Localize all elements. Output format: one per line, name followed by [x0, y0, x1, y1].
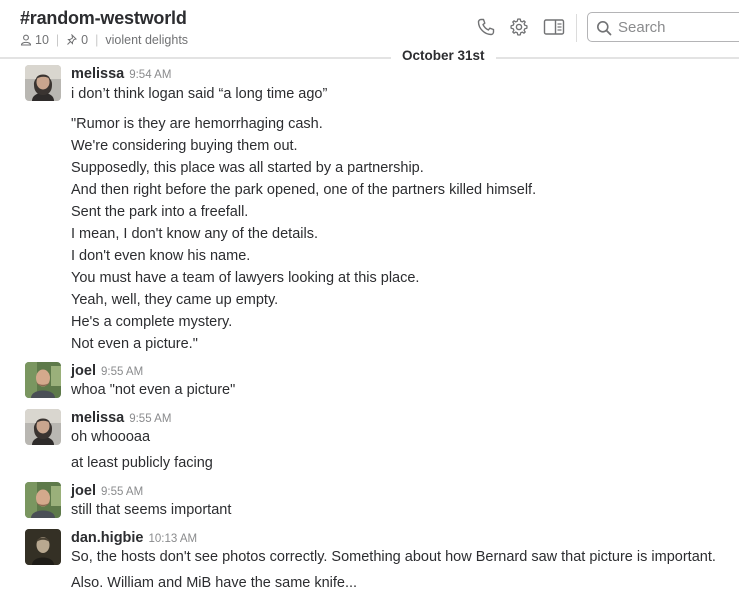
message-text: Sent the park into a freefall. — [71, 204, 249, 220]
message-timestamp[interactable]: 9:54 AM — [129, 69, 171, 81]
message-header: melissa 9:55 AM — [71, 409, 171, 427]
message-text: He's a complete mystery. — [71, 314, 233, 330]
date-divider: October 31st — [0, 48, 739, 66]
toggle-details-button[interactable] — [543, 18, 565, 40]
avatar-dan-higbie[interactable] — [25, 529, 61, 565]
channel-name[interactable]: #random-westworld — [20, 8, 187, 29]
message-text: at least publicly facing — [71, 455, 213, 471]
message-header: joel 9:55 AM — [71, 362, 143, 380]
message-text: i don’t think logan said “a long time ag… — [71, 86, 328, 102]
message-timestamp[interactable]: 9:55 AM — [129, 413, 171, 425]
message-text: You must have a team of lawyers looking … — [71, 270, 420, 286]
phone-icon — [476, 17, 496, 42]
search-icon — [596, 20, 612, 41]
header-divider — [576, 14, 577, 42]
message-text: oh whoooaa — [71, 429, 151, 445]
message-header: joel 9:55 AM — [71, 482, 143, 500]
message-text: I mean, I don't know any of the details. — [71, 226, 318, 242]
message-text: still that seems important — [71, 502, 232, 518]
message-text: And then right before the park opened, o… — [71, 182, 537, 198]
author-name[interactable]: dan.higbie — [71, 530, 144, 546]
meta-divider: | — [95, 33, 99, 47]
message-text: We're considering buying them out. — [71, 138, 298, 154]
author-name[interactable]: melissa — [71, 66, 124, 82]
message-text: So, the hosts don't see photos correctly… — [71, 549, 716, 565]
member-icon — [20, 34, 32, 46]
author-name[interactable]: joel — [71, 363, 96, 379]
sidebar-panel-icon — [543, 17, 565, 42]
search-box[interactable] — [587, 12, 739, 42]
message-text: whoa "not even a picture" — [71, 382, 236, 398]
member-count-value: 10 — [35, 33, 49, 47]
pin-icon — [66, 34, 78, 46]
message-timestamp[interactable]: 10:13 AM — [149, 533, 198, 545]
message-timestamp[interactable]: 9:55 AM — [101, 366, 143, 378]
avatar-melissa[interactable] — [25, 65, 61, 101]
message-header: dan.higbie 10:13 AM — [71, 529, 197, 547]
gear-icon — [509, 17, 529, 42]
message-text: I don't even know his name. — [71, 248, 251, 264]
message-text: Supposedly, this place was all started b… — [71, 160, 424, 176]
date-divider-line — [0, 57, 739, 58]
message-header: melissa 9:54 AM — [71, 65, 171, 83]
avatar-joel[interactable] — [25, 482, 61, 518]
message-text: Yeah, well, they came up empty. — [71, 292, 279, 308]
search-input[interactable] — [618, 18, 738, 36]
message-text: Not even a picture." — [71, 336, 198, 352]
message-timestamp[interactable]: 9:55 AM — [101, 486, 143, 498]
channel-topic[interactable]: violent delights — [105, 33, 188, 47]
author-name[interactable]: melissa — [71, 410, 124, 426]
avatar-melissa[interactable] — [25, 409, 61, 445]
channel-meta: 10 | 0 | violent delights — [20, 32, 188, 48]
message-text: "Rumor is they are hemorrhaging cash. — [71, 116, 323, 132]
avatar-joel[interactable] — [25, 362, 61, 398]
channel-settings-button[interactable] — [508, 17, 530, 42]
date-divider-label[interactable]: October 31st — [391, 48, 496, 63]
call-button[interactable] — [475, 18, 497, 40]
pin-count[interactable]: 0 — [66, 33, 88, 47]
author-name[interactable]: joel — [71, 483, 96, 499]
pin-count-value: 0 — [81, 33, 89, 47]
message-text: Also. William and MiB have the same knif… — [71, 575, 358, 591]
member-count[interactable]: 10 — [20, 33, 49, 47]
meta-divider: | — [55, 33, 60, 47]
